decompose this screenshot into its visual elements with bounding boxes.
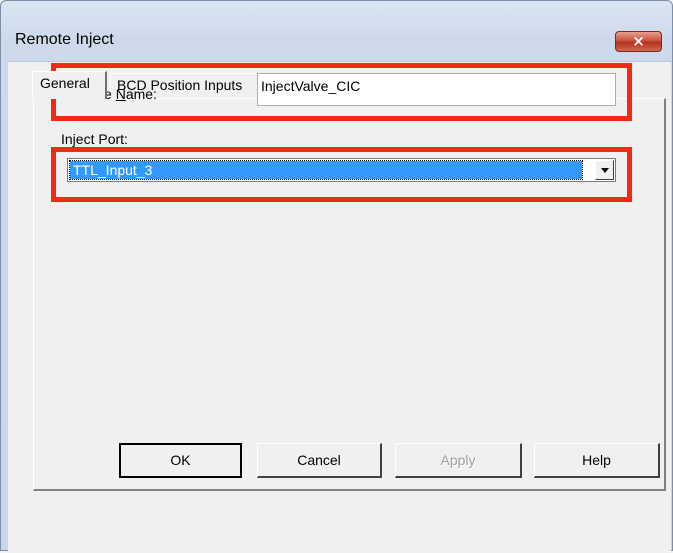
device-name-accelerator: N (115, 86, 126, 102)
cancel-button[interactable]: Cancel (257, 443, 382, 478)
tab-general-label: General (40, 75, 90, 91)
tab-general[interactable]: General (32, 71, 107, 99)
title-bar[interactable]: Remote Inject × (1, 1, 672, 52)
close-icon: × (632, 32, 645, 50)
dropdown-arrow-icon[interactable] (595, 160, 614, 180)
remote-inject-dialog: Remote Inject × General BCD Position Inp… (0, 0, 673, 553)
inject-port-label: Inject Port: (61, 131, 128, 147)
ok-button[interactable]: OK (119, 443, 242, 478)
inject-port-selected-value: TTL_Input_3 (69, 160, 583, 180)
help-button[interactable]: Help (534, 443, 660, 478)
window-title: Remote Inject (15, 31, 114, 48)
inject-port-select[interactable]: TTL_Input_3 (67, 158, 616, 182)
close-button[interactable]: × (615, 31, 662, 52)
device-name-field[interactable]: InjectValve_CIC (257, 73, 616, 106)
apply-button[interactable]: Apply (395, 443, 522, 478)
